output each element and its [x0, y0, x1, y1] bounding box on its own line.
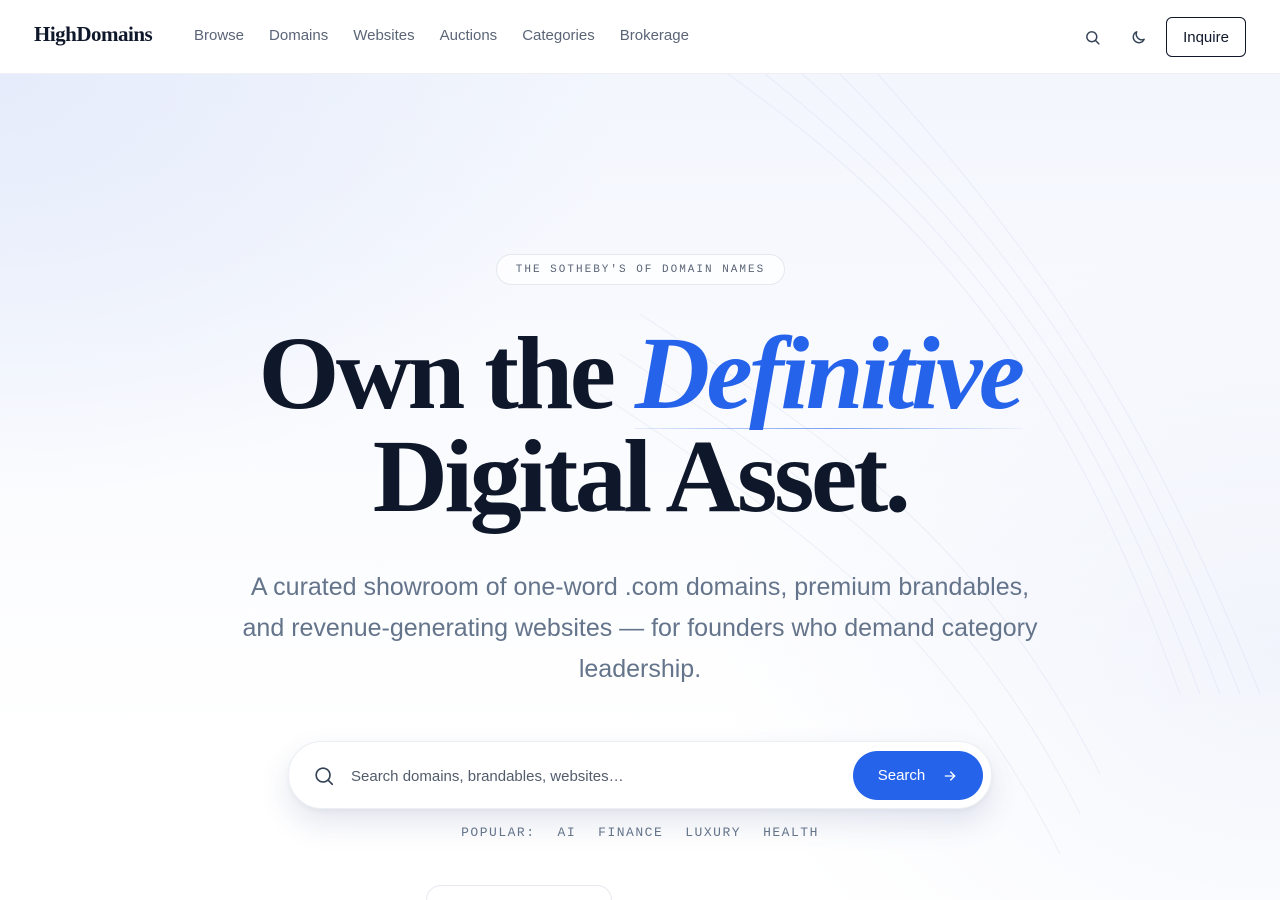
search-bar: Search	[288, 741, 992, 809]
popular-label: POPULAR:	[461, 825, 536, 840]
top-navigation-bar: HighDomains Browse Domains Websites Auct…	[0, 0, 1280, 74]
main-nav: Browse Domains Websites Auctions Categor…	[194, 27, 714, 44]
popular-tag-luxury[interactable]: LUXURY	[685, 825, 741, 840]
hero-headline: Own the Definitive Digital Asset.	[0, 316, 1280, 534]
popular-tag-health[interactable]: HEALTH	[763, 825, 819, 840]
nav-link-websites[interactable]: Websites	[353, 27, 414, 44]
headline-part1: Own the	[258, 316, 635, 431]
headline-accent: Definitive	[634, 316, 1025, 431]
search-button-label: Search	[877, 767, 926, 784]
popular-tag-ai[interactable]: AI	[558, 825, 577, 840]
hero-eyebrow-badge: THE SOTHEBY'S OF DOMAIN NAMES	[496, 254, 785, 285]
popular-searches: POPULAR: AI FINANCE LUXURY HEALTH	[0, 825, 1280, 840]
headline-line-2: Digital Asset.	[372, 419, 911, 534]
inquire-button[interactable]: Inquire	[1166, 17, 1246, 57]
partial-badge-below-fold	[426, 885, 612, 900]
nav-link-domains[interactable]: Domains	[269, 27, 328, 44]
popular-tag-finance[interactable]: FINANCE	[598, 825, 663, 840]
hero-subcopy: A curated showroom of one-word .com doma…	[242, 573, 1038, 683]
arrow-right-icon	[944, 770, 956, 781]
nav-link-browse[interactable]: Browse	[194, 27, 244, 44]
theme-toggle-button[interactable]	[1127, 26, 1149, 48]
nav-link-brokerage[interactable]: Brokerage	[620, 27, 689, 44]
nav-link-auctions[interactable]: Auctions	[440, 27, 498, 44]
brand-logo[interactable]: HighDomains	[34, 22, 153, 47]
hero-section: THE SOTHEBY'S OF DOMAIN NAMES Own the De…	[0, 74, 1280, 900]
search-input[interactable]	[351, 760, 831, 792]
headline-line-1: Own the Definitive	[0, 316, 1280, 431]
header-search-button[interactable]	[1081, 26, 1103, 48]
search-icon	[1085, 30, 1100, 45]
search-submit-button[interactable]: Search	[853, 751, 983, 800]
moon-icon	[1132, 30, 1145, 43]
search-icon	[315, 767, 334, 786]
nav-link-categories[interactable]: Categories	[522, 27, 595, 44]
